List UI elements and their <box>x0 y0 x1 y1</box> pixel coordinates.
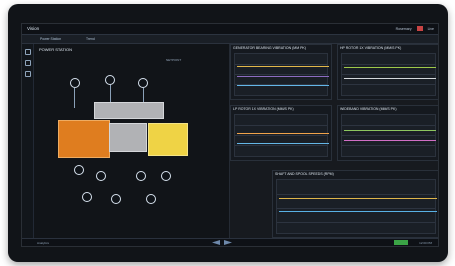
series-line <box>237 76 329 77</box>
grid-line <box>342 74 435 75</box>
live-indicator <box>394 240 408 245</box>
series-line <box>344 78 436 79</box>
turbine-casing <box>94 102 164 119</box>
netpoint-label: NETPOINT <box>166 58 182 62</box>
user-name: Rosemary <box>395 26 412 31</box>
top-actions: Rosemary Live <box>396 26 434 31</box>
sub-bar: Power Station Trend <box>22 35 438 44</box>
menu-trend[interactable]: Trend <box>86 37 95 41</box>
sensor-node-6[interactable] <box>136 171 146 181</box>
series-line <box>237 66 329 67</box>
series-line <box>344 67 436 68</box>
series-line <box>237 85 329 86</box>
chart-generator-bearing: GENERATOR BEARING VIBRATION (µm pk) <box>230 44 332 100</box>
mode-label: Live <box>427 26 434 31</box>
footer-left-text: Analytics <box>37 241 50 245</box>
footer-bar: Analytics 12:00 PM <box>22 238 438 246</box>
chart-title: GENERATOR BEARING VIBRATION (µm pk) <box>233 46 306 50</box>
sensor-node-1[interactable] <box>70 78 80 88</box>
grid-line <box>342 125 435 126</box>
chart-title: LP ROTOR 1X VIBRATION (mm/s pk) <box>233 107 294 111</box>
chart-title: SHAFT AND SPOOL SPEEDS (rpm) <box>275 172 334 176</box>
grid-line <box>235 74 327 75</box>
chart-plot <box>276 179 437 234</box>
chart-wideband: WIDEBAND VIBRATION (mm/s pk) <box>337 105 438 161</box>
chart-hp-rotor: HP ROTOR 1X VIBRATION (mm/s pk) <box>337 44 438 100</box>
sensor-node-5[interactable] <box>96 171 106 181</box>
play-previous-icon[interactable] <box>212 240 220 245</box>
app-screen: Vision Rosemary Live Power Station Trend… <box>21 23 439 247</box>
chart-plot <box>234 114 329 157</box>
chart-area: GENERATOR BEARING VIBRATION (µm pk) HP R… <box>230 44 438 240</box>
generator-block <box>58 120 110 158</box>
main-shaft <box>109 123 147 152</box>
settings-icon[interactable] <box>25 71 31 77</box>
sensor-node-9[interactable] <box>111 194 121 204</box>
grid-line <box>235 64 327 65</box>
sensor-node-7[interactable] <box>161 171 171 181</box>
chart-plot <box>341 114 436 157</box>
grid-line <box>342 84 435 85</box>
grid-line <box>342 135 435 136</box>
sensor-node-8[interactable] <box>82 192 92 202</box>
power-station-panel: POWER STATION NETPOINT <box>34 44 230 240</box>
sensor-node-2[interactable] <box>105 75 115 85</box>
grid-line <box>277 222 435 223</box>
chart-lp-rotor: LP ROTOR 1X VIBRATION (mm/s pk) <box>230 105 332 161</box>
grid-line <box>277 208 435 209</box>
connector-line <box>74 88 75 108</box>
chart-plot <box>234 53 329 96</box>
series-line <box>279 211 437 212</box>
chart-title: HP ROTOR 1X VIBRATION (mm/s pk) <box>340 46 402 50</box>
menu-power-station[interactable]: Power Station <box>40 37 61 41</box>
footer-right-text: 12:00 PM <box>419 241 432 245</box>
grid-line <box>235 135 327 136</box>
chart-icon[interactable] <box>25 60 31 66</box>
chart-title: WIDEBAND VIBRATION (mm/s pk) <box>340 107 397 111</box>
series-line <box>237 133 329 134</box>
chart-plot <box>341 53 436 96</box>
side-nav <box>22 44 34 240</box>
sensor-node-3[interactable] <box>138 78 148 88</box>
top-bar: Vision Rosemary Live <box>22 24 438 35</box>
grid-line <box>277 194 435 195</box>
app-title: Vision <box>27 26 40 31</box>
grid-line <box>342 145 435 146</box>
grid-line <box>342 64 435 65</box>
play-next-icon[interactable] <box>224 240 232 245</box>
grid-line <box>235 145 327 146</box>
sensor-node-10[interactable] <box>146 194 156 204</box>
series-line <box>344 140 436 141</box>
alert-icon[interactable] <box>416 26 423 31</box>
series-line <box>237 143 329 144</box>
panel-title: POWER STATION <box>39 47 72 52</box>
home-icon[interactable] <box>25 49 31 55</box>
gearbox-block <box>148 123 188 156</box>
sensor-node-4[interactable] <box>74 165 84 175</box>
grid-line <box>235 125 327 126</box>
series-line <box>279 198 437 199</box>
series-line <box>344 130 436 131</box>
playback-controls <box>212 240 232 245</box>
chart-shaft-speeds: SHAFT AND SPOOL SPEEDS (rpm) <box>272 170 438 238</box>
